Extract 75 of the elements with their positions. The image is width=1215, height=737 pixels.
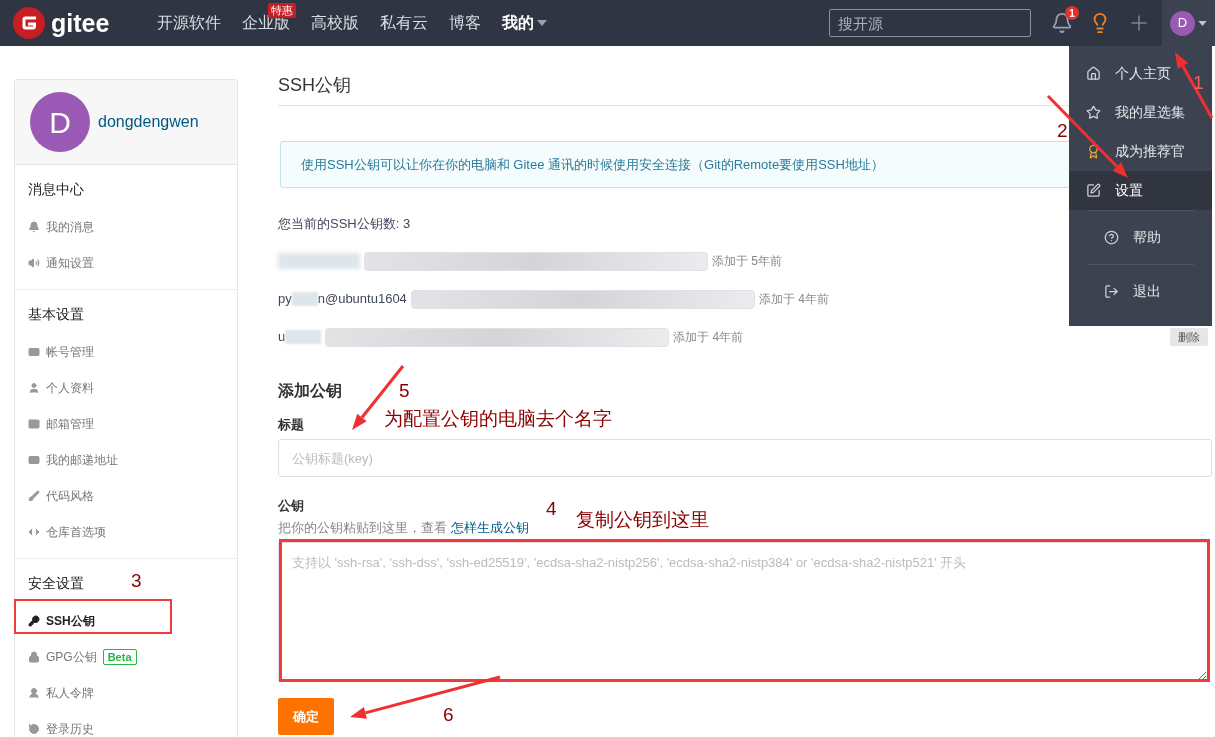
user-icon xyxy=(28,382,40,394)
sidebar-item[interactable]: 仓库首选项 xyxy=(28,522,106,542)
step-number: 5 xyxy=(399,380,410,402)
notification-count: 1 xyxy=(1065,6,1079,20)
menu-item[interactable]: 设置 xyxy=(1069,171,1212,210)
section-heading: 添加公钥 xyxy=(278,381,342,401)
key-count: 您当前的SSH公钥数: 3 xyxy=(278,215,411,233)
sidebar-item[interactable]: 帐号管理 xyxy=(28,342,94,362)
key-owner: n@ubuntu1604 xyxy=(317,290,407,309)
medal-icon xyxy=(1086,144,1101,159)
code-icon xyxy=(28,526,40,538)
search-field[interactable]: 搜开源 xyxy=(829,9,1031,37)
avatar: D xyxy=(1170,10,1195,36)
public-key-field[interactable]: 支持以 'ssh-rsa', 'ssh-dss', 'ssh-ed25519', 'ecdsa-sha2-nistp256', 'ecdsa-sha2-nistp384' or 'ecdsa-sha2-nistp521' 开头 xyxy=(278,542,1208,681)
brand-name[interactable]: gitee xyxy=(51,10,110,36)
annotation-note: 复制公钥到这里 xyxy=(576,508,709,532)
caret-icon xyxy=(1198,20,1207,26)
step-number: 3 xyxy=(131,570,142,592)
user-icon xyxy=(28,687,40,699)
menu-item[interactable]: 退出 xyxy=(1087,265,1209,318)
sidebar-item[interactable]: 个人资料 xyxy=(28,378,94,398)
help-icon xyxy=(1104,230,1119,245)
edit-icon xyxy=(1086,183,1101,198)
sidebar-item[interactable]: 私人令牌 xyxy=(28,683,94,703)
sidebar-item[interactable]: 我的邮递地址 xyxy=(28,450,118,470)
beta-badge: Beta xyxy=(102,649,137,665)
step-number: 4 xyxy=(546,498,557,520)
sidebar-item[interactable]: 我的消息 xyxy=(28,217,94,237)
redacted-blur xyxy=(285,330,322,344)
nav-link[interactable]: 博客 xyxy=(441,0,490,46)
star-icon xyxy=(1086,105,1101,120)
title-input-field[interactable]: 公钥标题(key) xyxy=(278,439,1212,477)
nav-link[interactable]: 开源软件 xyxy=(149,0,230,46)
sidebar-item[interactable]: 登录历史 xyxy=(28,719,94,737)
nav-link[interactable]: 高校版 xyxy=(303,0,368,46)
added-time: 添加于 4年前 xyxy=(673,329,744,346)
step-number: 1 xyxy=(1193,72,1204,94)
key-owner: py xyxy=(278,290,292,309)
sidebar-item[interactable]: GPG公钥 Beta xyxy=(28,647,137,667)
home-icon xyxy=(1086,66,1101,81)
logo-icon xyxy=(13,7,45,39)
added-time: 添加于 4年前 xyxy=(758,291,829,308)
speaker-icon xyxy=(28,257,40,269)
avatar: D xyxy=(30,92,90,152)
key-icon xyxy=(28,615,40,627)
nav-link[interactable]: 我的 xyxy=(494,0,556,46)
sidebar-item[interactable]: 邮箱管理 xyxy=(28,414,94,434)
sidebar-item[interactable]: SSH公钥 xyxy=(28,611,95,631)
menu-item[interactable]: 我的星选集 xyxy=(1069,93,1191,132)
bell-icon xyxy=(28,221,40,233)
added-time: 添加于 5年前 xyxy=(712,253,782,270)
section-title: 基本设置 xyxy=(28,305,84,324)
redacted-blur xyxy=(291,292,318,306)
step-number: 6 xyxy=(443,704,454,726)
help-link[interactable]: 怎样生成公钥 xyxy=(450,520,529,535)
lock-icon xyxy=(28,651,40,663)
menu-item[interactable]: 个人主页 xyxy=(1069,54,1191,93)
sidebar-item[interactable]: 通知设置 xyxy=(28,253,94,273)
menu-item[interactable]: 帮助 xyxy=(1087,211,1209,264)
delete-button[interactable]: 删除 xyxy=(1170,328,1208,346)
annotation-note: 为配置公钥的电脑去个名字 xyxy=(384,407,612,431)
user-menu-toggle[interactable]: D xyxy=(1162,0,1215,46)
logout-icon xyxy=(1104,284,1119,299)
section-title: 消息中心 xyxy=(28,180,84,199)
key-owner: u xyxy=(278,328,286,347)
field-hint: 把你的公钥粘贴到这里，查看 怎样生成公钥 xyxy=(278,519,529,537)
section-title: 安全设置 xyxy=(28,574,84,593)
field-label: 公钥 xyxy=(278,497,304,515)
field-label: 标题 xyxy=(278,416,304,434)
sidebar-item[interactable]: 代码风格 xyxy=(28,486,94,506)
username[interactable]: dongdengwen xyxy=(98,110,199,134)
nav-link[interactable]: 私有云 xyxy=(372,0,437,46)
brush-icon xyxy=(28,490,40,502)
step-number: 2 xyxy=(1057,120,1068,142)
promo-badge: 特惠 xyxy=(268,3,297,18)
